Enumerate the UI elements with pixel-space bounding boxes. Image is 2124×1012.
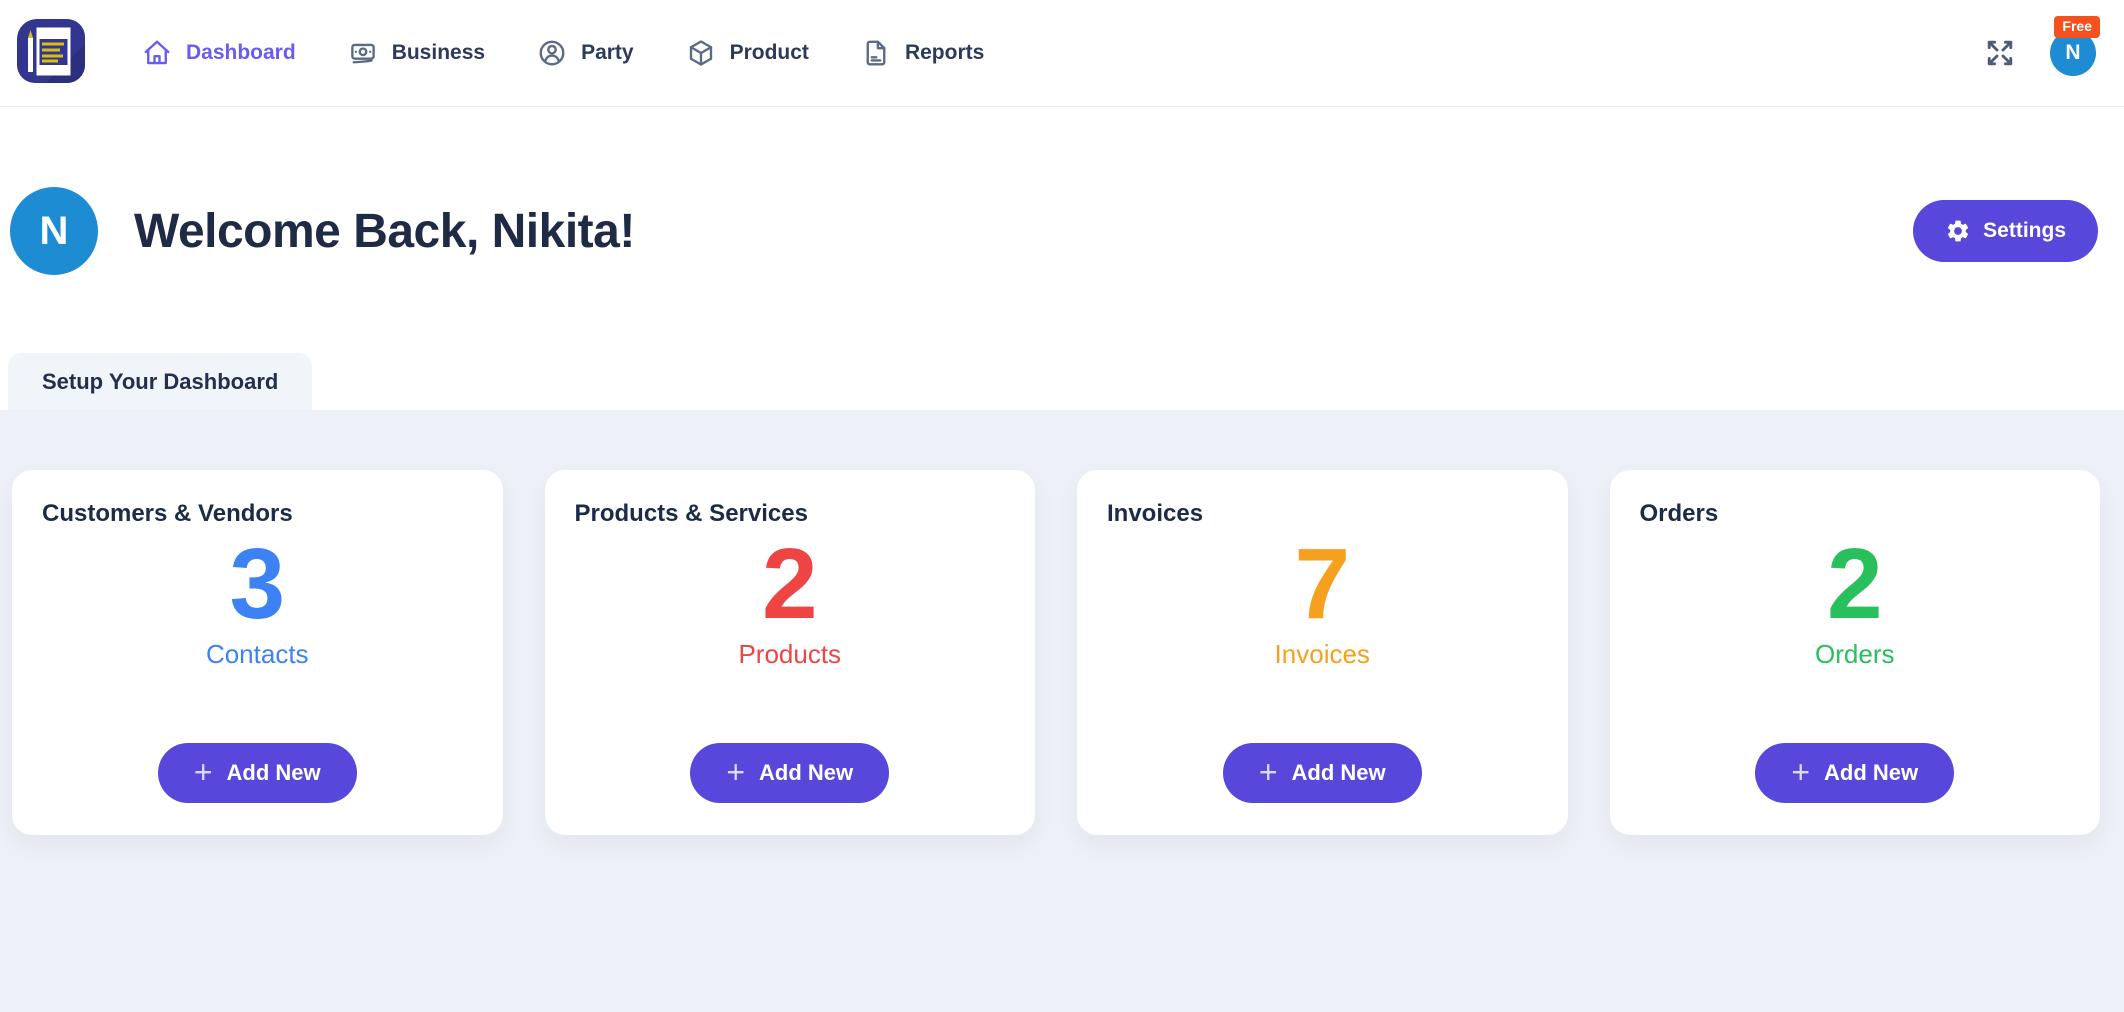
plus-icon: + — [1791, 756, 1810, 788]
settings-button[interactable]: Settings — [1913, 200, 2098, 262]
card-count: 7 — [1107, 532, 1538, 637]
card-count: 3 — [42, 532, 473, 637]
nav-label: Reports — [905, 41, 984, 65]
welcome-avatar: N — [10, 187, 98, 275]
card-products-services: Products & Services 2 Products + Add New — [545, 470, 1036, 835]
welcome-section: N Welcome Back, Nikita! Settings — [10, 187, 2098, 275]
dashboard-page: Dashboard Business — [0, 0, 2124, 1012]
card-title: Customers & Vendors — [42, 500, 473, 528]
nav-label: Party — [581, 41, 634, 65]
card-invoices: Invoices 7 Invoices + Add New — [1077, 470, 1568, 835]
add-new-product-button[interactable]: + Add New — [690, 743, 889, 803]
topbar-right: Free N — [1982, 30, 2106, 76]
invoice-book-logo-icon — [12, 14, 90, 92]
card-title: Orders — [1640, 500, 2071, 528]
card-title: Invoices — [1107, 500, 1538, 528]
add-new-invoice-button[interactable]: + Add New — [1223, 743, 1422, 803]
card-count: 2 — [1640, 532, 2071, 637]
card-label: Orders — [1640, 639, 2071, 670]
card-label: Products — [575, 639, 1006, 670]
gear-icon — [1945, 218, 1971, 244]
nav-label: Business — [392, 41, 485, 65]
add-new-contact-button[interactable]: + Add New — [158, 743, 357, 803]
top-nav-bar: Dashboard Business — [0, 0, 2124, 107]
plus-icon: + — [194, 756, 213, 788]
nav-item-party[interactable]: Party — [537, 38, 634, 68]
plan-badge: Free — [2054, 16, 2100, 38]
card-orders: Orders 2 Orders + Add New — [1610, 470, 2101, 835]
dashboard-panel: Customers & Vendors 3 Contacts + Add New… — [0, 410, 2124, 1012]
cash-icon — [348, 38, 378, 68]
plus-icon: + — [1259, 756, 1278, 788]
package-box-icon — [686, 38, 716, 68]
user-circle-icon — [537, 38, 567, 68]
card-label: Invoices — [1107, 639, 1538, 670]
card-label: Contacts — [42, 639, 473, 670]
report-file-icon — [861, 38, 891, 68]
add-new-label: Add New — [1824, 760, 1918, 786]
add-new-label: Add New — [759, 760, 853, 786]
nav-item-reports[interactable]: Reports — [861, 38, 984, 68]
add-new-label: Add New — [1292, 760, 1386, 786]
app-logo[interactable] — [12, 14, 90, 92]
nav-item-business[interactable]: Business — [348, 38, 485, 68]
tab-setup-dashboard[interactable]: Setup Your Dashboard — [8, 353, 312, 410]
nav-label: Product — [730, 41, 809, 65]
main-nav: Dashboard Business — [142, 38, 984, 68]
fullscreen-icon[interactable] — [1982, 35, 2018, 71]
home-icon — [142, 38, 172, 68]
add-new-order-button[interactable]: + Add New — [1755, 743, 1954, 803]
page-title: Welcome Back, Nikita! — [134, 204, 635, 259]
nav-item-dashboard[interactable]: Dashboard — [142, 38, 296, 68]
nav-label: Dashboard — [186, 41, 296, 65]
summary-cards: Customers & Vendors 3 Contacts + Add New… — [12, 470, 2100, 835]
plus-icon: + — [726, 756, 745, 788]
nav-item-product[interactable]: Product — [686, 38, 809, 68]
tab-row: Setup Your Dashboard — [0, 353, 2124, 410]
card-title: Products & Services — [575, 500, 1006, 528]
user-menu[interactable]: Free N — [2050, 30, 2096, 76]
add-new-label: Add New — [227, 760, 321, 786]
settings-button-label: Settings — [1983, 219, 2066, 243]
card-count: 2 — [575, 532, 1006, 637]
card-customers-vendors: Customers & Vendors 3 Contacts + Add New — [12, 470, 503, 835]
